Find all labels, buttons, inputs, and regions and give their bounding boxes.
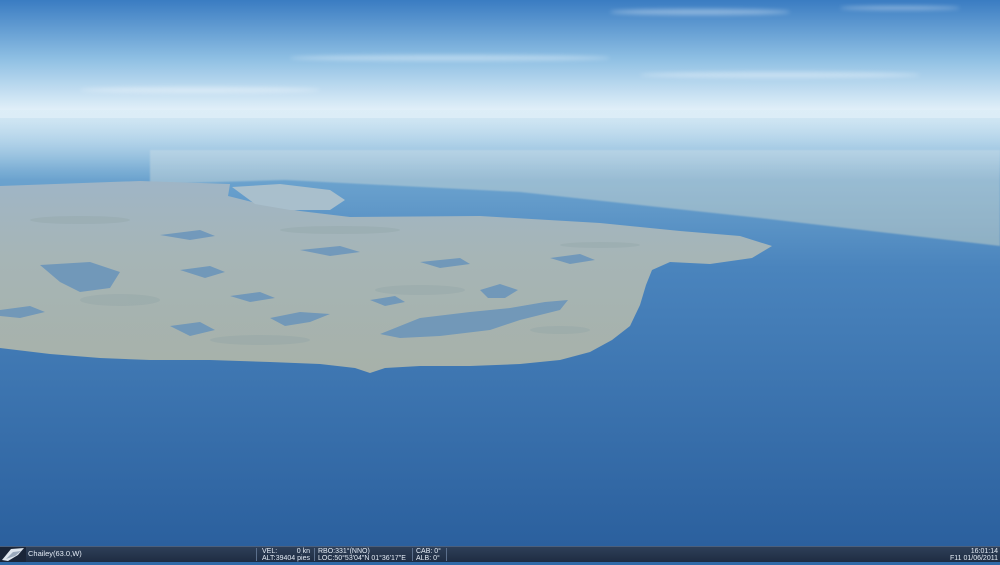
rbo-value: RBO:331°(NNO): [318, 547, 370, 555]
vel-label: VEL:: [262, 547, 278, 555]
time-value: 16:01:14: [970, 547, 998, 555]
separator: [256, 548, 257, 561]
alt-label: ALT:: [262, 555, 276, 562]
date-value: F11 01/06/2011: [949, 555, 998, 562]
cab-value: CAB: 0°: [416, 547, 441, 555]
separator: [412, 548, 413, 561]
separator: [314, 548, 315, 561]
separator: [446, 548, 447, 561]
clock-readout: 16:01:14 F11 01/06/2011: [950, 548, 998, 563]
loc-value: LOC:50°53'04"N 01°36'17"E: [318, 555, 406, 562]
alt-value: 39404 pies: [275, 555, 310, 562]
alb-value: ALB: 0°: [416, 555, 440, 562]
speed-altitude-readout: VEL: 0 kn ALT:39404 pies: [262, 548, 312, 563]
heading-pitch-readout: CAB: 0° ALB: 0°: [416, 548, 441, 563]
3d-viewport[interactable]: [0, 0, 1000, 546]
wing-logo-icon[interactable]: [0, 547, 26, 562]
terrain-scene[interactable]: [0, 0, 1000, 546]
bearing-location-readout: RBO:331°(NNO) LOC:50°53'04"N 01°36'17"E: [318, 548, 406, 563]
status-bar: Chailey(63.0,W) VEL: 0 kn ALT:39404 pies …: [0, 546, 1000, 562]
vel-value: 0 kn: [296, 547, 310, 555]
horizon-haze: [0, 110, 1000, 180]
location-name: Chailey(63.0,W): [28, 549, 82, 558]
